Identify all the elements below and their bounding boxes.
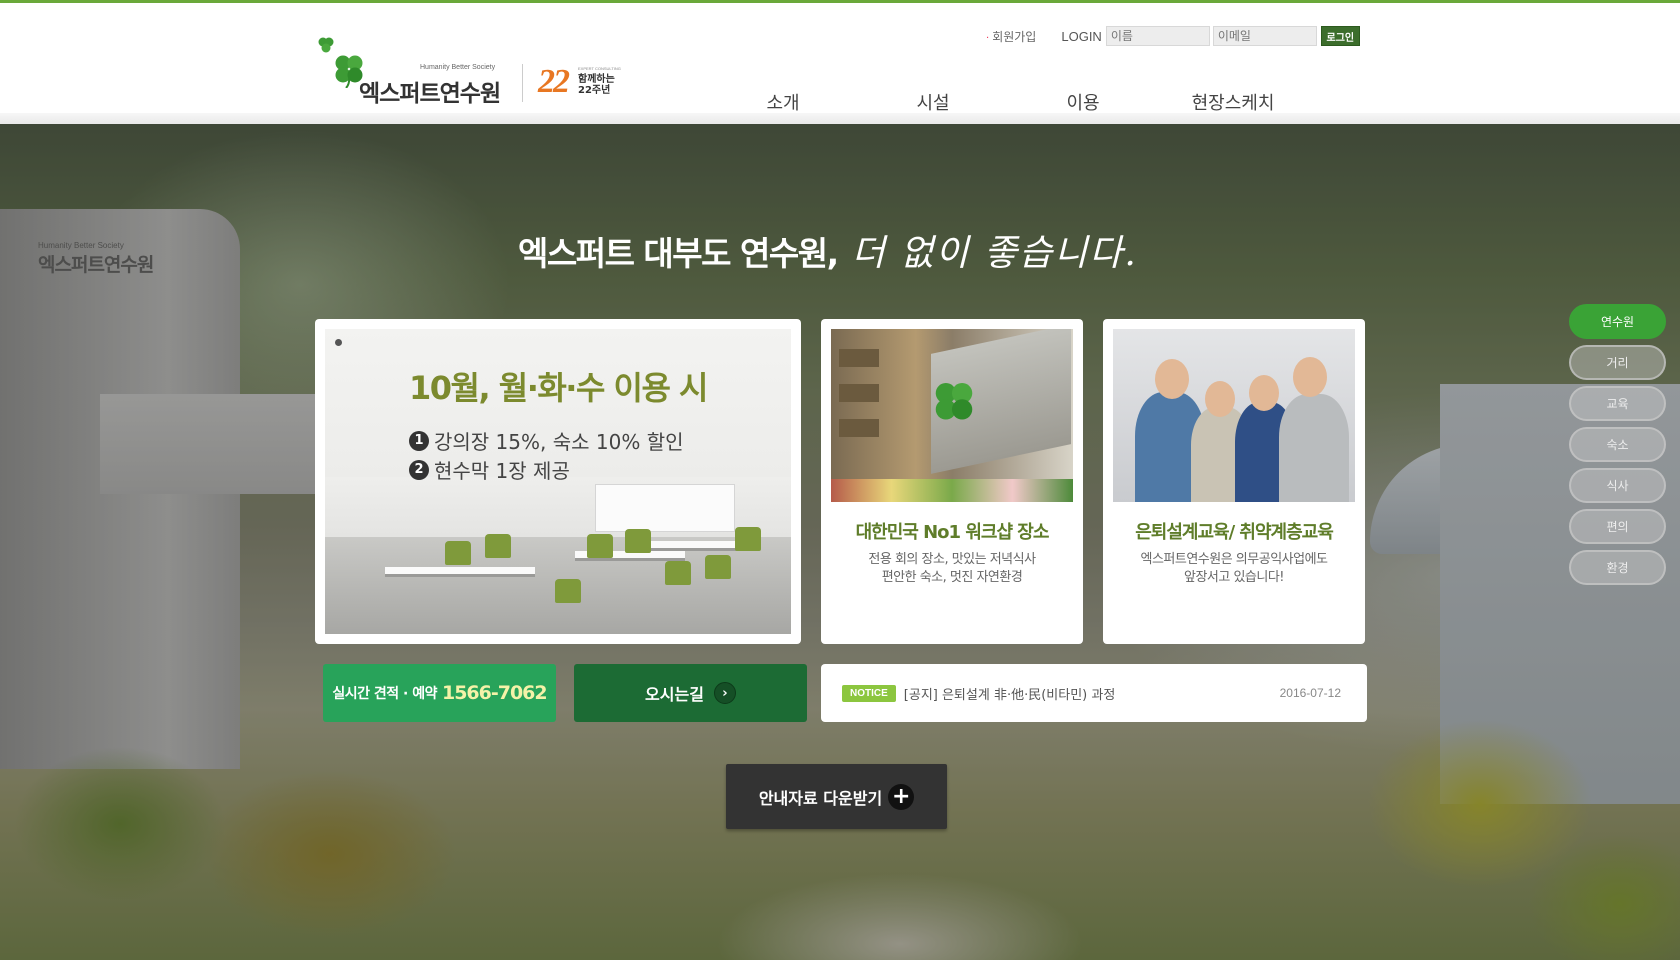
education-card-image (1113, 329, 1355, 502)
chair (445, 541, 471, 565)
notice-date: 2016-07-12 (1279, 686, 1341, 700)
chair (735, 527, 761, 551)
email-input[interactable] (1212, 26, 1317, 46)
join-link[interactable]: 회원가입 (986, 28, 1036, 45)
anniversary-line2: 22주년 (578, 85, 611, 96)
quick-nav-lodging[interactable]: 숙소 (1569, 427, 1666, 462)
download-brochure-button[interactable]: 안내자료 다운받기 + (726, 764, 947, 829)
workshop-card-desc: 전용 회의 장소, 맛있는 저녁식사 편안한 숙소, 멋진 자연환경 (831, 551, 1073, 587)
window (839, 384, 879, 402)
nav-item-facilities[interactable]: 시설 (858, 89, 1008, 115)
workshop-card[interactable]: 대한민국 No1 워크샵 장소 전용 회의 장소, 맛있는 저녁식사 편안한 숙… (821, 319, 1083, 644)
quick-nav-environment[interactable]: 환경 (1569, 550, 1666, 585)
anniversary-small-text: EXPERT CONSULTING (578, 66, 621, 71)
promo-pagination-dot[interactable] (335, 339, 342, 346)
quick-nav-amenities[interactable]: 편의 (1569, 509, 1666, 544)
chair (705, 555, 731, 579)
notice-link[interactable]: [공지] 은퇴설계 非·他·民(비타민) 과정 (904, 684, 1116, 703)
person (1279, 394, 1349, 502)
promo-title: 10월, 월·화·수 이용 시 (408, 369, 709, 407)
header-shadow (0, 113, 1680, 124)
workshop-desc-line2: 편안한 숙소, 멋진 자연환경 (881, 570, 1023, 585)
desk (645, 541, 745, 551)
flowerbed (831, 479, 1073, 502)
chair (485, 534, 511, 558)
login-label: LOGIN (1061, 28, 1102, 44)
promo-line-1: 1 강의장 15%, 숙소 10% 할인 (409, 426, 684, 455)
desk (385, 567, 535, 577)
education-desc-line2: 앞장서고 있습니다! (1183, 570, 1285, 585)
hero-section: Humanity Better Society 엑스퍼트연수원 엑스퍼트 대부도… (0, 124, 1680, 960)
call-reservation-button[interactable]: 실시간 견적 · 예약 1566-7062 (323, 664, 556, 722)
chair (665, 561, 691, 585)
directions-button[interactable]: 오시는길 › (574, 664, 807, 722)
logo-divider (522, 64, 523, 102)
promo-line-2: 2 현수막 1장 제공 (409, 455, 570, 484)
site-logo[interactable]: Humanity Better Society 엑스퍼트연수원 22 EXPER… (316, 36, 626, 108)
logo-name: 엑스퍼트연수원 (359, 81, 501, 107)
directions-label: 오시는길 (645, 685, 704, 704)
quick-nav-meals[interactable]: 식사 (1569, 468, 1666, 503)
clover-small-icon (318, 37, 334, 53)
slogan-script: 더 없이 좋습니다. (851, 233, 1138, 274)
anniversary-number: 22 (538, 63, 570, 100)
hero-slogan: 엑스퍼트 대부도 연수원, 더 없이 좋습니다. (518, 224, 1138, 288)
education-desc-line1: 엑스퍼트연수원은 의무공익사업에도 (1140, 552, 1329, 567)
nav-item-sketch[interactable]: 현장스케치 (1158, 89, 1308, 115)
main-nav: 소개 시설 이용 현장스케치 (708, 89, 1308, 115)
name-input[interactable] (1105, 26, 1210, 46)
promo-line-2-text: 현수막 1장 제공 (434, 459, 570, 483)
room-whiteboard (595, 484, 735, 532)
promo-line-1-text: 강의장 15%, 숙소 10% 할인 (434, 430, 684, 454)
promo-banner[interactable]: 10월, 월·화·수 이용 시 1 강의장 15%, 숙소 10% 할인 2 현… (315, 319, 801, 644)
site-header: Humanity Better Society 엑스퍼트연수원 22 EXPER… (0, 3, 1680, 124)
anniversary-line1: 함께하는 (578, 74, 615, 85)
promo-image: 10월, 월·화·수 이용 시 1 강의장 15%, 숙소 10% 할인 2 현… (325, 329, 791, 634)
clover-icon (935, 383, 973, 420)
chair (555, 579, 581, 603)
quick-nav-academy[interactable]: 연수원 (1569, 304, 1666, 339)
quick-nav-distance[interactable]: 거리 (1569, 345, 1666, 380)
number-1-icon: 1 (409, 430, 429, 451)
anniversary-text: 함께하는 22주년 (578, 74, 615, 96)
anniversary-badge: 22 EXPERT CONSULTING 함께하는 22주년 (538, 62, 628, 106)
person-head (1249, 375, 1279, 411)
workshop-card-image (831, 329, 1073, 502)
education-card-desc: 엑스퍼트연수원은 의무공익사업에도 앞장서고 있습니다! (1113, 551, 1355, 587)
notice-bar[interactable]: NOTICE [공지] 은퇴설계 非·他·民(비타민) 과정 2016-07-1… (821, 664, 1367, 722)
window (839, 349, 879, 367)
person-head (1155, 359, 1189, 399)
notice-badge: NOTICE (842, 684, 896, 702)
quick-nav-education[interactable]: 교육 (1569, 386, 1666, 421)
nav-item-about[interactable]: 소개 (708, 89, 858, 115)
education-card-title: 은퇴설계교육/ 취약계층교육 (1135, 522, 1334, 543)
slogan-main: 엑스퍼트 대부도 연수원, (518, 234, 839, 273)
number-2-icon: 2 (409, 459, 429, 480)
workshop-desc-line1: 전용 회의 장소, 맛있는 저녁식사 (868, 552, 1036, 567)
call-phone: 1566-7062 (441, 682, 548, 704)
person-head (1205, 381, 1235, 417)
login-button[interactable]: 로그인 (1320, 26, 1360, 46)
education-card[interactable]: 은퇴설계교육/ 취약계층교육 엑스퍼트연수원은 의무공익사업에도 앞장서고 있습… (1103, 319, 1365, 644)
download-label: 안내자료 다운받기 (758, 788, 883, 808)
logo-tagline: Humanity Better Society (420, 64, 496, 71)
nav-item-usage[interactable]: 이용 (1008, 89, 1158, 115)
person-head (1293, 357, 1327, 397)
workshop-card-title: 대한민국 No1 워크샵 장소 (855, 522, 1050, 543)
plus-icon: + (888, 783, 915, 810)
chair (625, 529, 651, 553)
chair (587, 534, 613, 558)
quick-nav: 연수원 거리 교육 숙소 식사 편의 환경 (1569, 304, 1666, 591)
login-bar: 회원가입 LOGIN 로그인 (986, 25, 1360, 47)
call-label: 실시간 견적 · 예약 (332, 686, 437, 702)
window (839, 419, 879, 437)
chevron-right-icon: › (713, 682, 736, 704)
